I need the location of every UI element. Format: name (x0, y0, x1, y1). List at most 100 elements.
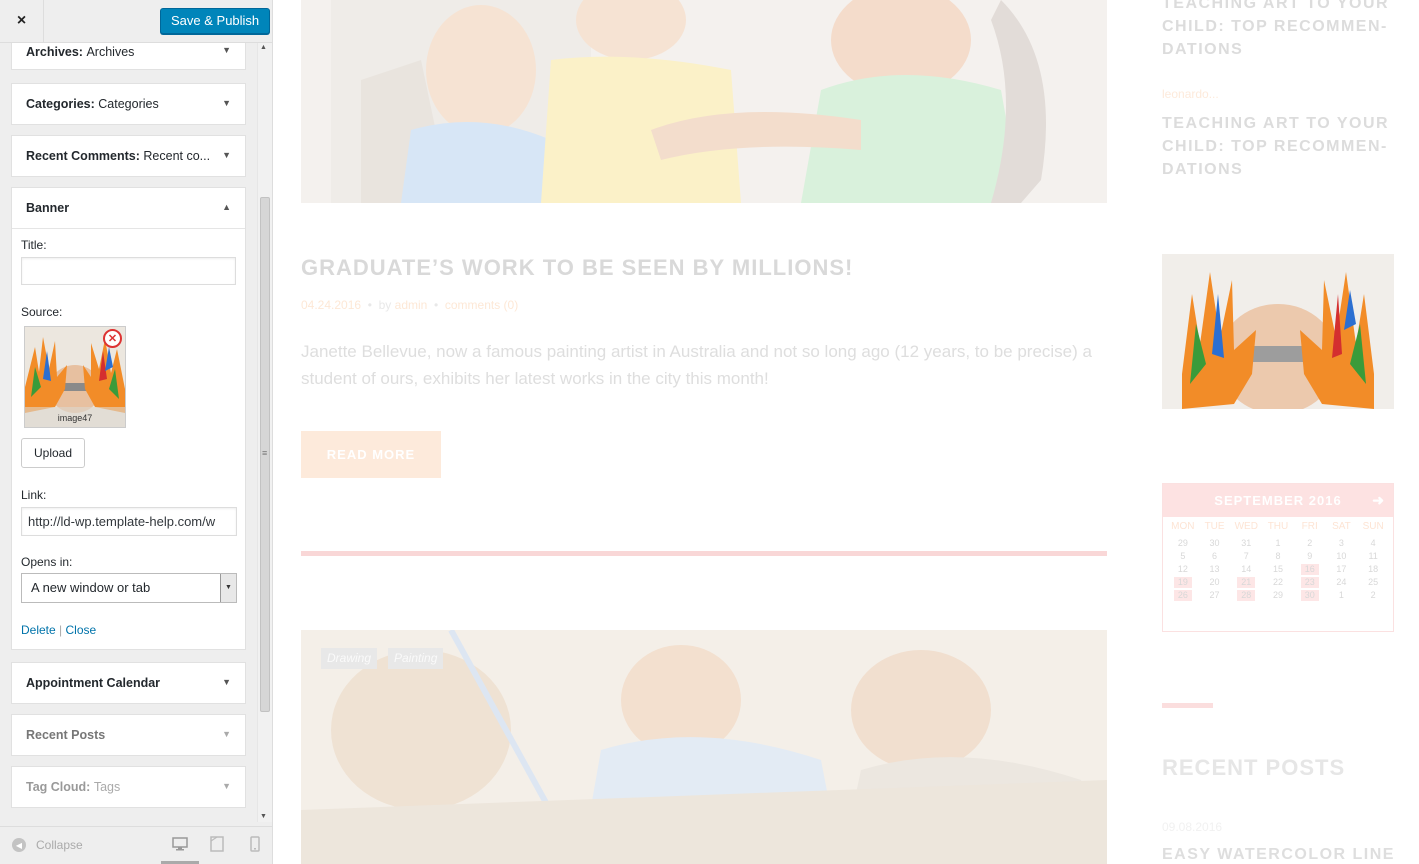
widget-title: Recent co... (143, 149, 211, 163)
desktop-icon[interactable] (172, 836, 188, 852)
weekday-label: SAT (1332, 521, 1351, 532)
calendar-day[interactable]: 23 (1300, 577, 1319, 588)
save-publish-button[interactable]: Save & Publish (160, 8, 271, 34)
calendar-day: 29 (1272, 590, 1283, 600)
post-author[interactable]: admin (395, 298, 428, 312)
delete-link[interactable]: Delete (21, 623, 56, 637)
caret-down-icon[interactable]: ▼ (222, 45, 231, 55)
post-featured-image[interactable] (301, 0, 1107, 203)
scrollbar-thumb[interactable]: ≡ (260, 197, 270, 712)
post-comments[interactable]: comments (0) (445, 298, 518, 312)
remove-image-icon[interactable]: ✕ (103, 329, 122, 348)
calendar-month: SEPTEMBER 2016 (1214, 493, 1342, 508)
post-title[interactable]: GRADUATE’S WORK TO BE SEEN BY MILLIONS! (301, 255, 853, 281)
calendar-day: 14 (1241, 564, 1252, 574)
widget-recent-posts-header[interactable]: Recent Posts ▼ (12, 715, 245, 755)
weekday-label: THU (1267, 521, 1289, 532)
collapse-label: Collapse (36, 838, 83, 852)
widget-recent-comments-header[interactable]: Recent Comments: Recent co... ▼ (12, 136, 245, 176)
opens-in-value: A new window or tab (31, 580, 151, 595)
calendar-day[interactable]: 16 (1300, 564, 1319, 575)
calendar-day[interactable]: 28 (1237, 590, 1256, 601)
weekday-label: WED (1234, 521, 1258, 532)
close-customizer-button[interactable]: × (0, 0, 44, 42)
weekday-label: SUN (1362, 521, 1384, 532)
title-field-label: Title: (21, 238, 47, 252)
caret-down-icon[interactable]: ▼ (222, 98, 231, 108)
calendar-day[interactable]: 21 (1237, 577, 1256, 588)
scroll-up-icon[interactable]: ▲ (260, 44, 267, 51)
widget-title: Tags (93, 780, 121, 794)
calendar-day: 29 (1177, 538, 1188, 548)
collapse-icon: ◀ (12, 838, 26, 852)
weekday-label: TUE (1204, 521, 1225, 532)
caret-up-icon[interactable]: ▲ (222, 202, 231, 212)
widget-tag-cloud-header[interactable]: Tag Cloud: Tags ▼ (12, 767, 245, 807)
title-input[interactable] (21, 257, 236, 285)
widget-appointment-calendar-header[interactable]: Appointment Calendar ▼ (12, 663, 245, 703)
calendar-day: 6 (1212, 551, 1218, 561)
widget-banner-header[interactable]: Banner ▲ (12, 188, 245, 229)
widget-categories[interactable]: Categories: Categories ▼ (11, 83, 246, 125)
widget-categories-header[interactable]: Categories: Categories ▼ (12, 84, 245, 124)
sidebar-scrollbar[interactable]: ▲ ≡ ▼ (257, 42, 272, 822)
calendar-day[interactable]: 26 (1174, 590, 1192, 601)
painted-hands-banner (1162, 254, 1394, 409)
calendar-day: 1 (1275, 538, 1281, 548)
sidebar-post-title-1[interactable]: TEACHING ART TO YOUR CHILD: TOP RECOMMEN… (1162, 0, 1402, 61)
read-more-button[interactable]: READ MORE (301, 431, 441, 478)
opens-in-select[interactable]: A new window or tab ▼ (21, 573, 237, 603)
grip-icon: ≡ (262, 448, 268, 458)
calendar-day: 15 (1272, 564, 1283, 574)
recent-post-date: 09.08.2016 (1162, 820, 1223, 834)
caret-down-icon[interactable]: ▼ (222, 677, 231, 687)
close-link[interactable]: Close (66, 623, 97, 637)
widget-appointment-calendar[interactable]: Appointment Calendar ▼ (11, 662, 246, 704)
calendar-weekdays: MON TUE WED THU FRI SAT SUN (1163, 517, 1393, 532)
arrow-right-icon[interactable]: ➜ (1372, 492, 1385, 509)
children-hugging-image (301, 0, 1107, 203)
calendar-day: 22 (1272, 577, 1283, 587)
link-input[interactable] (21, 507, 237, 536)
calendar-day: 10 (1336, 551, 1347, 561)
post-date[interactable]: 04.24.2016 (301, 298, 361, 312)
opens-in-label: Opens in: (21, 555, 73, 569)
widget-recent-posts[interactable]: Recent Posts ▼ (11, 714, 246, 756)
post-divider (301, 551, 1107, 556)
recent-post-title[interactable]: EASY WATERCOLOR LINE (1162, 846, 1395, 864)
caret-down-icon[interactable]: ▼ (222, 150, 231, 160)
widget-type-label: Recent Comments: (26, 149, 140, 163)
dropdown-arrow-icon[interactable]: ▼ (220, 574, 236, 602)
caret-down-icon[interactable]: ▼ (222, 729, 231, 739)
widget-title: Archives (86, 45, 135, 59)
calendar-header: SEPTEMBER 2016 ➜ (1163, 484, 1393, 517)
caret-down-icon[interactable]: ▼ (222, 781, 231, 791)
calendar-widget: SEPTEMBER 2016 ➜ MON TUE WED THU FRI SAT SUN 2… (1162, 483, 1394, 632)
widget-type-label: Categories: (26, 97, 95, 111)
tag-drawing[interactable]: Drawing (321, 648, 378, 669)
post-excerpt: Janette Bellevue, now a famous painting … (301, 342, 1092, 388)
sidebar-author[interactable]: leonardo... (1162, 87, 1219, 101)
widget-recent-comments[interactable]: Recent Comments: Recent co... ▼ (11, 135, 246, 177)
sidebar-banner-image[interactable] (1162, 254, 1394, 409)
collapse-button[interactable]: ◀ Collapse (12, 838, 83, 852)
widget-tag-cloud[interactable]: Tag Cloud: Tags ▼ (11, 766, 246, 808)
calendar-day[interactable]: 19 (1174, 577, 1192, 588)
widget-title: Categories (98, 97, 159, 111)
calendar-day: 9 (1307, 551, 1313, 561)
scroll-down-icon[interactable]: ▼ (260, 813, 267, 820)
calendar-day: 1 (1338, 590, 1344, 600)
widget-title: Appointment Calendar (26, 676, 161, 690)
calendar-day[interactable]: 30 (1300, 590, 1319, 601)
tablet-icon[interactable] (209, 836, 225, 852)
calendar-day: 30 (1209, 538, 1220, 548)
calendar-day: 5 (1180, 551, 1186, 561)
widget-title: Banner (26, 201, 70, 215)
sidebar-post-title-2[interactable]: TEACHING ART TO YOUR CHILD: TOP RECOMMEN… (1162, 112, 1402, 181)
tag-painting[interactable]: Painting (388, 648, 444, 669)
section-accent-bar (1162, 703, 1213, 708)
widget-banner: Banner ▲ Title: Source: image47 ✕ Upload… (11, 187, 246, 650)
mobile-icon[interactable] (247, 836, 263, 852)
upload-button[interactable]: Upload (21, 438, 86, 468)
widget-type-label: Tag Cloud: (26, 780, 91, 794)
